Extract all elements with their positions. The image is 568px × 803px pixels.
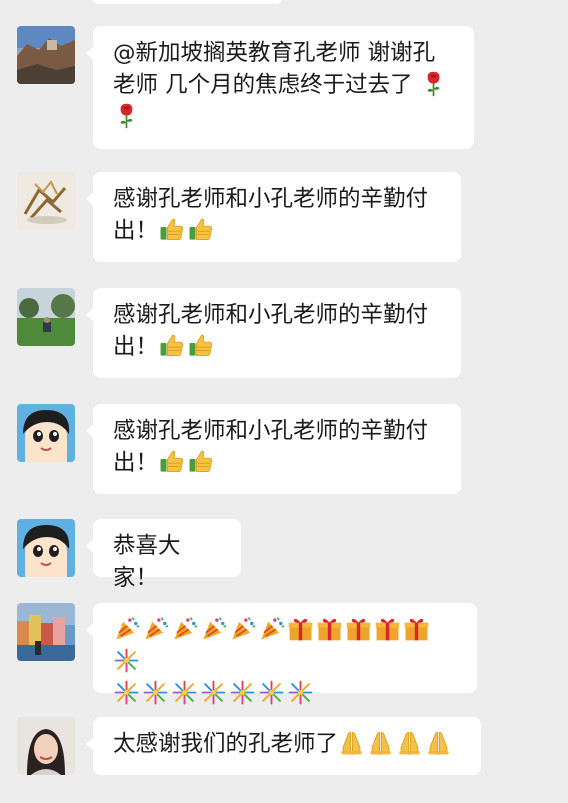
fireworks-emoji	[200, 679, 227, 706]
gift-emoji	[316, 615, 343, 642]
message-text-line: 恭喜大家！	[113, 533, 181, 591]
party-popper-emoji	[171, 615, 198, 642]
thumbs-up-emoji	[187, 332, 214, 359]
praying-hands-emoji	[338, 729, 365, 756]
thumbs-up-emoji	[158, 332, 185, 359]
fireworks-emoji	[229, 679, 256, 706]
message-bubble[interactable]	[86, 603, 477, 693]
party-popper-emoji	[200, 615, 227, 642]
message-text-line: @新加坡搁英教育孔老师 谢谢孔	[113, 40, 436, 66]
gift-emoji	[287, 615, 314, 642]
party-popper-emoji	[113, 615, 140, 642]
fireworks-emoji	[258, 679, 285, 706]
fireworks-emoji	[113, 647, 140, 674]
gift-emoji	[403, 615, 430, 642]
praying-hands-emoji	[425, 729, 452, 756]
gift-emoji	[345, 615, 372, 642]
message-text-line	[113, 101, 456, 133]
message-text: 出！	[113, 334, 159, 360]
woman-portrait-avatar[interactable]	[17, 717, 75, 775]
fireworks-emoji	[113, 679, 140, 706]
thumbs-up-emoji	[187, 448, 214, 475]
message-bubble[interactable]: 太感谢我们的孔老师了	[86, 717, 481, 775]
thumbs-up-emoji	[158, 448, 185, 475]
previous-message-bubble	[92, 0, 282, 4]
chat-area[interactable]: @新加坡搁英教育孔老师 谢谢孔 老师 几个月的焦虑终于过去了 感谢孔老师和小孔老…	[0, 0, 568, 803]
message-text-line: 老师 几个月的焦虑终于过去了	[113, 69, 456, 101]
fireworks-emoji	[287, 679, 314, 706]
message-text-line: 出！	[113, 331, 443, 363]
message-text-line: 感谢孔老师和小孔老师的辛勤付	[113, 418, 429, 444]
praying-hands-emoji	[396, 729, 423, 756]
message-text: 出！	[113, 450, 159, 476]
colorful-town-avatar[interactable]	[17, 603, 75, 661]
thumbs-up-emoji	[187, 216, 214, 243]
emoji-line	[113, 678, 459, 710]
message-bubble[interactable]: 感谢孔老师和小孔老师的辛勤付 出！	[86, 288, 461, 378]
landscape-coast-avatar[interactable]	[17, 26, 75, 84]
cartoon-face-avatar[interactable]	[17, 519, 75, 577]
message-text-line: 出！	[113, 215, 443, 247]
rose-emoji	[420, 70, 447, 97]
message-text-line: 出！	[113, 447, 443, 479]
emoji-line	[113, 614, 459, 678]
party-popper-emoji	[258, 615, 285, 642]
message-text-line: 感谢孔老师和小孔老师的辛勤付	[113, 186, 429, 212]
message-text-line: 太感谢我们的孔老师了	[113, 728, 463, 760]
sculpture-avatar[interactable]	[17, 172, 75, 230]
party-popper-emoji	[229, 615, 256, 642]
thumbs-up-emoji	[158, 216, 185, 243]
praying-hands-emoji	[367, 729, 394, 756]
message-text-line: 感谢孔老师和小孔老师的辛勤付	[113, 302, 429, 328]
fireworks-emoji	[171, 679, 198, 706]
gift-emoji	[374, 615, 401, 642]
message-bubble[interactable]: 感谢孔老师和小孔老师的辛勤付 出！	[86, 172, 461, 262]
park-scene-avatar[interactable]	[17, 288, 75, 346]
message-text: 老师 几个月的焦虑终于过去了	[113, 72, 413, 98]
party-popper-emoji	[142, 615, 169, 642]
cartoon-face-avatar[interactable]	[17, 404, 75, 462]
message-bubble[interactable]: 恭喜大家！	[86, 519, 241, 591]
message-text: 出！	[113, 218, 159, 244]
message-bubble[interactable]: @新加坡搁英教育孔老师 谢谢孔 老师 几个月的焦虑终于过去了	[86, 26, 474, 149]
message-text: 太感谢我们的孔老师了	[113, 731, 339, 757]
fireworks-emoji	[142, 679, 169, 706]
message-bubble[interactable]: 感谢孔老师和小孔老师的辛勤付 出！	[86, 404, 461, 494]
rose-emoji	[113, 102, 140, 129]
